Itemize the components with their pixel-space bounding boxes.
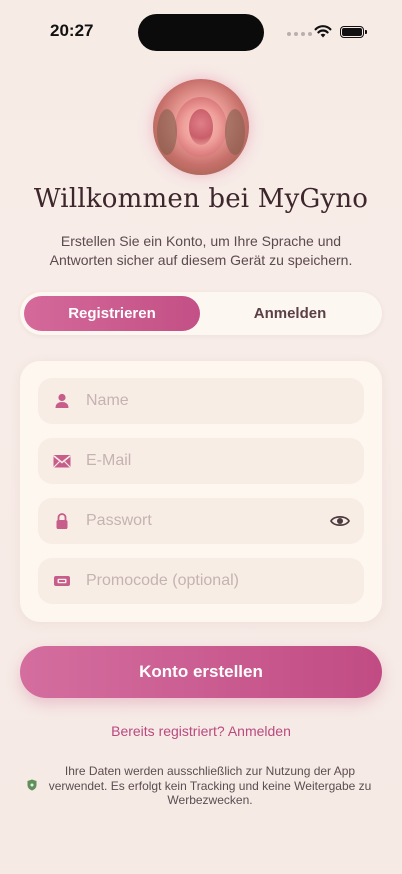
app-logo: [153, 79, 249, 175]
cellular-signal-icon: [287, 32, 312, 36]
battery-icon: [340, 26, 367, 38]
page-title: Willkommen bei MyGyno: [33, 184, 369, 214]
password-field[interactable]: Passwort: [38, 498, 364, 544]
name-field[interactable]: Name: [38, 378, 364, 424]
promocode-placeholder: Promocode (optional): [86, 572, 239, 589]
email-placeholder: E-Mail: [86, 452, 132, 469]
auth-mode-segmented-control: Registrieren Anmelden: [20, 292, 382, 335]
password-placeholder: Passwort: [86, 512, 152, 529]
wifi-icon: [314, 25, 332, 38]
shield-icon: [27, 779, 37, 791]
name-placeholder: Name: [86, 392, 129, 409]
ticket-icon: [54, 576, 70, 586]
lock-icon: [56, 513, 68, 529]
create-account-button[interactable]: Konto erstellen: [20, 646, 382, 698]
registration-form-card: Name E-Mail Passwort Promocode (optional…: [20, 361, 382, 622]
eye-icon[interactable]: [330, 512, 350, 530]
person-icon: [55, 393, 69, 408]
promocode-field[interactable]: Promocode (optional): [38, 558, 364, 604]
page-subtitle: Erstellen Sie ein Konto, um Ihre Sprache…: [49, 233, 353, 268]
email-field[interactable]: E-Mail: [38, 438, 364, 484]
already-registered-login-link[interactable]: Bereits registriert? Anmelden: [0, 723, 402, 739]
tab-register[interactable]: Registrieren: [24, 296, 200, 331]
status-time: 20:27: [50, 21, 94, 40]
dynamic-island: [138, 14, 264, 51]
privacy-note: Ihre Daten werden ausschließlich zur Nut…: [48, 764, 372, 807]
envelope-icon: [53, 455, 71, 468]
tab-login[interactable]: Anmelden: [202, 296, 378, 331]
